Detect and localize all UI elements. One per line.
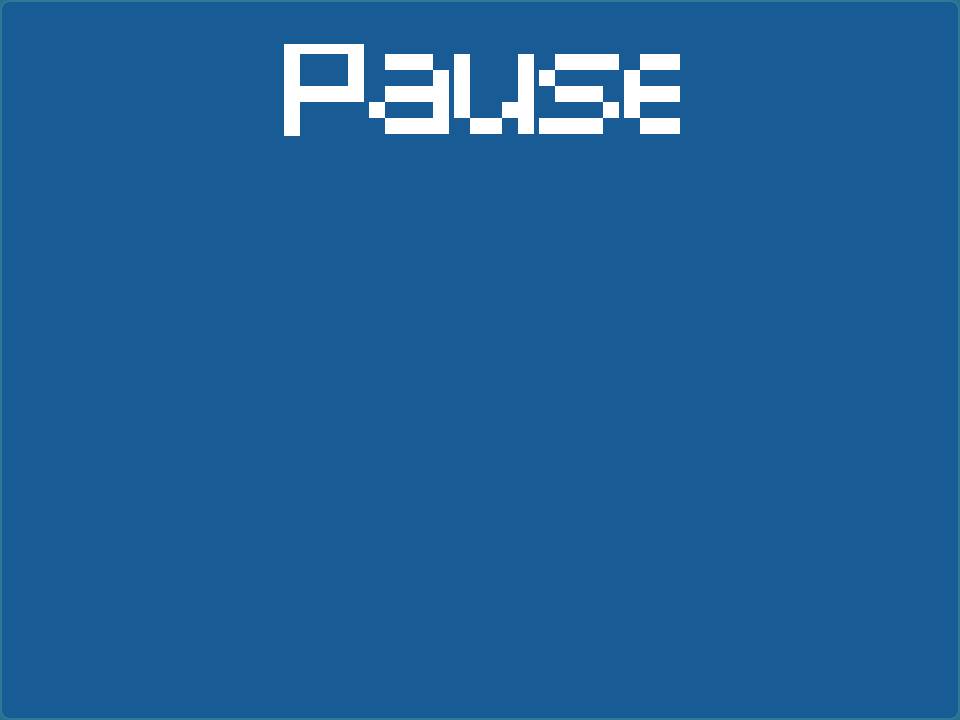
pause-screen: Pause <box>0 0 960 720</box>
pixel <box>518 70 534 86</box>
pixel <box>300 44 316 54</box>
pixel <box>672 86 680 102</box>
pixel <box>284 118 300 134</box>
pixel <box>640 54 656 70</box>
pixel <box>555 118 571 134</box>
pixel <box>640 86 656 102</box>
pixel <box>433 86 449 102</box>
pixel <box>624 102 640 118</box>
pixel <box>433 102 449 118</box>
pixel <box>502 102 518 118</box>
pixel <box>332 86 348 102</box>
pixel <box>348 44 364 54</box>
pixel <box>656 118 672 134</box>
pixel <box>518 54 534 70</box>
pixel <box>571 86 587 102</box>
pixel <box>284 70 300 86</box>
pixel <box>454 70 470 86</box>
pixel <box>624 70 640 86</box>
pixel <box>284 134 300 136</box>
pixel <box>603 102 619 118</box>
pause-title: Pause <box>2 44 960 136</box>
pixel <box>300 86 316 102</box>
pixel <box>454 54 470 70</box>
pixel <box>518 118 534 134</box>
pixel <box>369 102 385 118</box>
pixel <box>284 102 300 118</box>
pixel <box>640 118 656 134</box>
pixel <box>417 54 433 70</box>
pixel <box>672 118 680 134</box>
pixel <box>284 54 300 70</box>
pixel <box>417 86 433 102</box>
pixel <box>284 44 300 54</box>
pixel <box>284 86 300 102</box>
pixel <box>401 86 417 102</box>
pixel <box>518 86 534 102</box>
pixel <box>656 86 672 102</box>
pixel <box>539 118 555 134</box>
pixel <box>454 86 470 102</box>
pixel <box>417 118 433 134</box>
pixel <box>470 118 486 134</box>
pixel <box>433 118 449 134</box>
pixel <box>539 70 555 86</box>
pixel <box>587 54 603 70</box>
pixel <box>486 118 502 134</box>
pixel <box>401 118 417 134</box>
pixel <box>401 54 417 70</box>
pixel <box>571 54 587 70</box>
pixel <box>555 86 571 102</box>
pixel <box>348 86 364 102</box>
pixel <box>656 54 672 70</box>
pause-title-pixel-text <box>284 44 680 136</box>
pixel <box>348 70 364 86</box>
pixel <box>587 86 603 102</box>
pixel <box>332 44 348 54</box>
pixel <box>433 70 449 86</box>
pixel <box>348 54 364 70</box>
pixel <box>587 118 603 134</box>
pixel <box>624 86 640 102</box>
pixel <box>603 54 619 70</box>
pixel <box>385 54 401 70</box>
pixel <box>316 44 332 54</box>
pixel <box>571 118 587 134</box>
pixel <box>518 102 534 118</box>
pixel <box>385 118 401 134</box>
pixel <box>555 54 571 70</box>
pixel <box>672 54 680 70</box>
pixel <box>454 102 470 118</box>
pixel <box>385 86 401 102</box>
pixel <box>316 86 332 102</box>
